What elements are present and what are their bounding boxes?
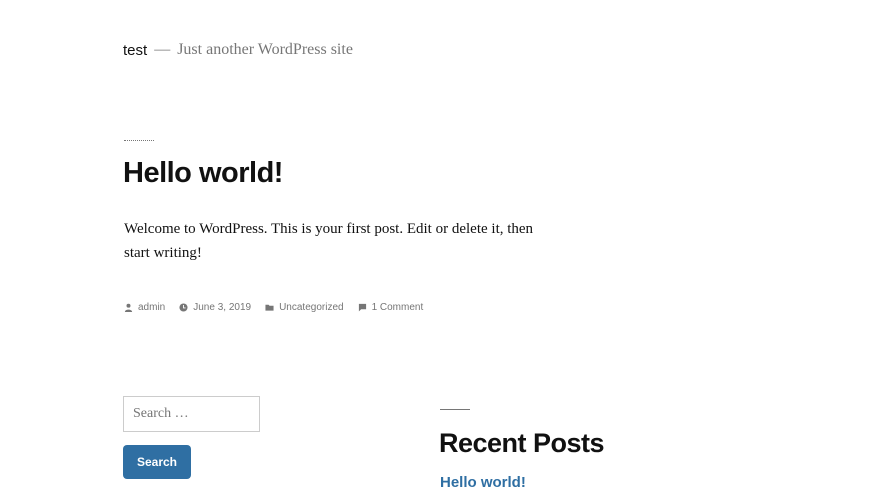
folder-icon (265, 304, 274, 311)
post-meta: admin June 3, 2019 Uncategorized 1 Comme… (124, 299, 437, 315)
person-icon (124, 303, 133, 312)
widget-divider (440, 409, 470, 410)
recent-post-link[interactable]: Hello world! (440, 473, 526, 487)
meta-category-link[interactable]: Uncategorized (265, 301, 344, 313)
meta-date-link[interactable]: June 3, 2019 (179, 302, 251, 313)
title-separator: — (154, 41, 171, 58)
site-header: test — Just another WordPress site (123, 38, 353, 62)
post-title[interactable]: Hello world! (123, 153, 283, 193)
clock-icon (179, 302, 188, 312)
meta-author-link[interactable]: admin (124, 302, 165, 313)
search-button[interactable]: Search (123, 445, 191, 479)
meta-category: Uncategorized (279, 301, 344, 313)
meta-author: admin (138, 301, 166, 313)
meta-comments: 1 Comment (371, 301, 424, 313)
meta-comments-link[interactable]: 1 Comment (358, 301, 424, 313)
search-input[interactable] (123, 396, 260, 432)
post-content: Welcome to WordPress. This is your first… (124, 221, 534, 261)
recent-posts-title: Recent Posts (439, 428, 605, 458)
site-title-link[interactable]: test (123, 42, 147, 59)
site-tagline: Just another WordPress site (177, 41, 353, 58)
comment-icon (358, 303, 366, 311)
page: test — Just another WordPress site Hello… (0, 0, 880, 487)
meta-date: June 3, 2019 (193, 301, 252, 313)
title-divider (124, 140, 154, 141)
